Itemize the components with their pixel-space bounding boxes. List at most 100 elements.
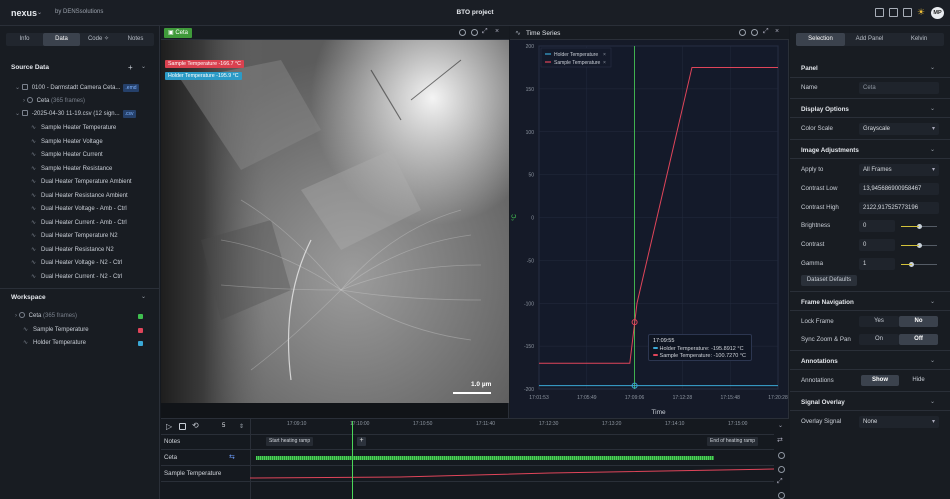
workspace-item[interactable]: ∿ Holder Temperature (0, 337, 160, 350)
legend-remove-icon[interactable]: × (603, 52, 606, 58)
avatar[interactable]: MP (931, 7, 944, 19)
legend-remove-icon[interactable]: × (603, 60, 606, 66)
zoom-out-icon[interactable] (778, 466, 785, 473)
section-signal-overlay[interactable]: Signal Overlay ⌄ (790, 391, 950, 411)
zoom-in-icon[interactable] (778, 452, 785, 459)
signal-item[interactable]: ∿ Dual Heater Current - Amb - Ctrl (0, 217, 160, 230)
chevron-down-icon[interactable]: ⌄ (141, 63, 146, 70)
chevron-down-icon[interactable]: ⌄ (930, 298, 935, 305)
chevron-down-icon[interactable]: ⌄ (930, 146, 935, 153)
dataset-defaults-button[interactable]: Dataset Defaults (801, 275, 857, 286)
signal-item[interactable]: ∿ Dual Heater Voltage - N2 - Ctrl (0, 257, 160, 270)
settings-icon[interactable] (739, 29, 746, 36)
color-swatch[interactable] (138, 314, 143, 319)
tab-code[interactable]: Code ✧ (80, 33, 117, 46)
section-panel[interactable]: Panel ⌄ (790, 58, 950, 78)
annotations-hide-button[interactable]: Hide (899, 375, 938, 386)
sync-on-button[interactable]: On (859, 334, 899, 345)
y-tick-label: -50 (527, 258, 534, 264)
tab-selection[interactable]: Selection (796, 33, 845, 46)
chevron-down-icon[interactable]: ⌄ (778, 422, 783, 429)
note-start-heating[interactable]: Start heating ramp (266, 437, 314, 446)
contrast-input[interactable]: 0 (859, 239, 895, 251)
signal-item[interactable]: ∿ Dual Heater Voltage - Amb - Ctrl (0, 203, 160, 216)
section-image-adjustments[interactable]: Image Adjustments ⌄ (790, 139, 950, 159)
contrast-slider[interactable] (901, 243, 937, 248)
reset-icon[interactable] (778, 492, 785, 499)
chevron-down-icon[interactable]: ⌄ (141, 293, 146, 300)
signal-item[interactable]: ∿ Dual Heater Temperature N2 (0, 230, 160, 243)
settings-icon[interactable] (459, 29, 466, 36)
note-end-heating[interactable]: End of heating ramp (707, 437, 759, 446)
chevron-down-icon[interactable]: ⌄ (15, 85, 20, 91)
help-icon[interactable] (751, 29, 758, 36)
name-input[interactable]: Ceta (859, 82, 939, 94)
expand-icon[interactable]: ⤢ (763, 28, 769, 36)
panel-tag[interactable]: ▣ Ceta (164, 28, 193, 38)
signal-item[interactable]: ∿ Sample Heater Resistance (0, 163, 160, 176)
theme-sun-icon[interactable]: ☀ (917, 7, 925, 17)
lock-yes-button[interactable]: Yes (859, 316, 899, 327)
layout-icon[interactable] (875, 8, 884, 17)
chevron-right-icon[interactable]: › (23, 98, 25, 104)
tree-item-ceta[interactable]: › Ceta (365 frames) (0, 95, 160, 108)
signal-item[interactable]: ∿ Dual Heater Resistance N2 (0, 244, 160, 257)
lock-no-button[interactable]: No (899, 316, 938, 327)
section-display-options[interactable]: Display Options ⌄ (790, 98, 950, 118)
tab-data[interactable]: Data (43, 33, 80, 46)
apply-select[interactable]: All Frames ▾ (859, 164, 939, 176)
contrast-high-input[interactable]: 2122,917525773196 (859, 202, 939, 214)
chevron-down-icon[interactable]: ⌄ (37, 9, 42, 16)
add-icon[interactable]: + (128, 63, 133, 72)
gamma-input[interactable]: 1 (859, 258, 895, 270)
close-icon[interactable]: × (495, 28, 499, 35)
swap-icon[interactable]: ⇄ (777, 436, 783, 444)
signal-item[interactable]: ∿ Dual Heater Temperature Ambient (0, 176, 160, 189)
tab-info[interactable]: Info (6, 33, 43, 46)
tree-item-emd[interactable]: ⌄ 0100 - Darmstadt Camera Ceta... .emd (0, 82, 160, 95)
gamma-slider[interactable] (901, 262, 937, 267)
brightness-input[interactable]: 0 (859, 220, 895, 232)
signal-item[interactable]: ∿ Sample Heater Temperature (0, 122, 160, 135)
signal-item[interactable]: ∿ Sample Heater Current (0, 149, 160, 162)
tree-item-csv[interactable]: ⌄ -2025-04-30 11-19.csv (12 sign... .csv (0, 108, 160, 121)
annotations-show-button[interactable]: Show (861, 375, 899, 386)
chevron-down-icon[interactable]: ⌄ (930, 398, 935, 405)
chevron-down-icon[interactable]: ⌄ (930, 105, 935, 112)
contrast-low-input[interactable]: 13,945686900958467 (859, 183, 939, 195)
timeline-ruler[interactable]: 17:09:10 17:10:00 17:10:50 17:11:40 17:12:30… (161, 419, 774, 433)
tab-notes[interactable]: Notes (117, 33, 154, 46)
grid-icon[interactable] (889, 8, 898, 17)
section-frame-navigation[interactable]: Frame Navigation ⌄ (790, 291, 950, 311)
playhead[interactable] (352, 421, 353, 499)
signal-item[interactable]: ∿ Sample Heater Voltage (0, 136, 160, 149)
sample-temperature-track[interactable] (250, 466, 774, 481)
section-annotations[interactable]: Annotations ⌄ (790, 350, 950, 370)
tab-kelvin[interactable]: Kelvin (894, 33, 944, 46)
sync-off-button[interactable]: Off (899, 334, 938, 345)
expand-icon[interactable]: ⤢ (482, 28, 488, 36)
panel-icon[interactable] (903, 8, 912, 17)
add-note-button[interactable]: + (357, 437, 366, 446)
chevron-down-icon[interactable]: ⌄ (930, 357, 935, 364)
color-swatch[interactable] (138, 341, 143, 346)
fit-icon[interactable]: ⤢ (777, 478, 783, 486)
colorscale-select[interactable]: Grayscale ▾ (859, 123, 939, 135)
color-swatch[interactable] (138, 327, 143, 333)
workspace-item[interactable]: ∿ Sample Temperature (0, 324, 160, 337)
overlay-signal-select[interactable]: None ▾ (859, 416, 939, 428)
signal-item[interactable]: ∿ Dual Heater Current - N2 - Ctrl (0, 271, 160, 284)
help-icon[interactable] (471, 29, 478, 36)
ceta-frames-track[interactable] (256, 456, 714, 460)
brightness-slider[interactable] (901, 224, 937, 229)
time-series-chart[interactable]: 200 150 100 50 0 -50 -100 -150 -200 17:01:53 17:05… (510, 40, 789, 418)
workspace-item[interactable]: › Ceta (365 frames) (0, 310, 160, 323)
tab-add-panel[interactable]: Add Panel (845, 33, 894, 46)
chevron-down-icon[interactable]: ⌄ (930, 64, 935, 71)
link-icon[interactable]: ⇆ (229, 453, 235, 461)
chevron-down-icon[interactable]: ⌄ (15, 111, 20, 117)
app-logo[interactable]: nexus (11, 8, 37, 18)
close-icon[interactable]: × (775, 28, 779, 35)
signal-item[interactable]: ∿ Dual Heater Resistance Ambient (0, 190, 160, 203)
tem-image[interactable] (161, 40, 509, 403)
